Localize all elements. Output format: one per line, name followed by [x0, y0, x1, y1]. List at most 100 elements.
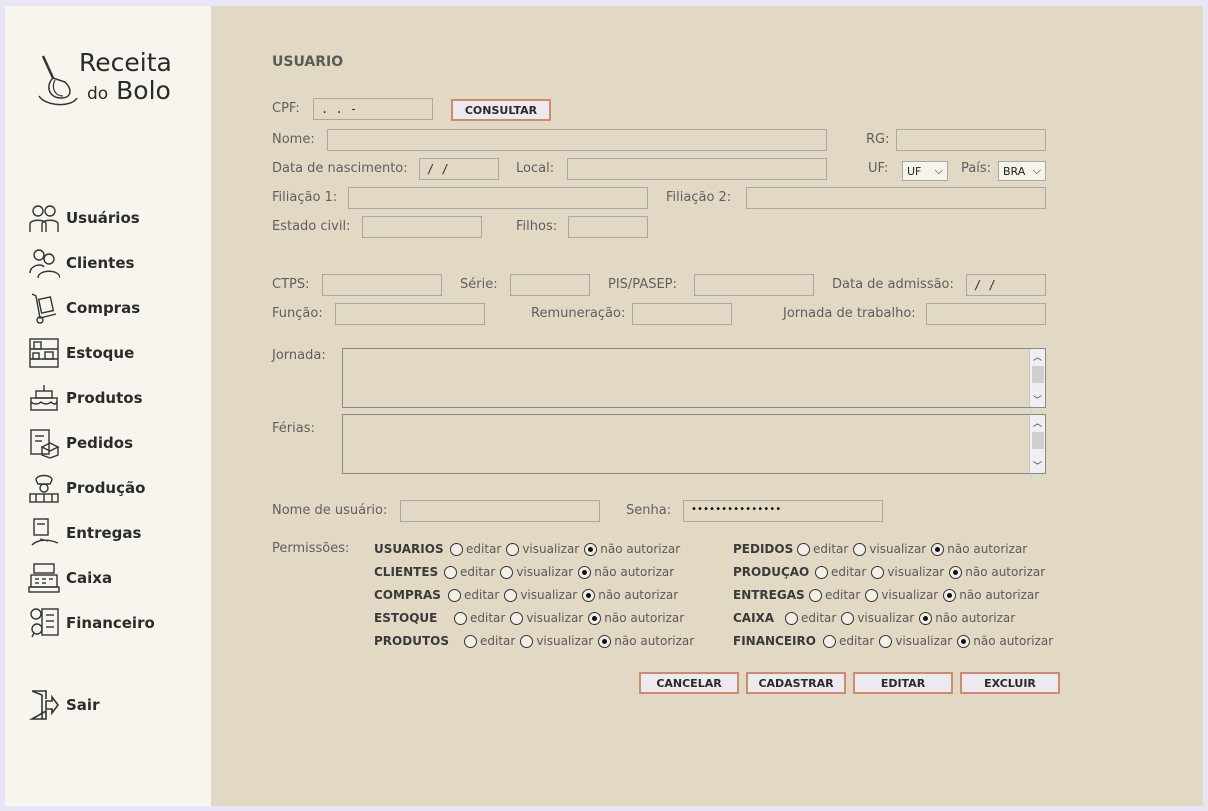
- nav-caixa[interactable]: Caixa: [27, 561, 202, 595]
- permission-option[interactable]: editar: [464, 634, 515, 648]
- permission-option[interactable]: não autorizar: [578, 565, 674, 579]
- nav-pedidos[interactable]: Pedidos: [27, 426, 202, 460]
- radio-button[interactable]: [957, 634, 971, 648]
- cpf-field[interactable]: . . -: [313, 98, 433, 120]
- radio-button[interactable]: [943, 588, 957, 602]
- chevron-down-icon[interactable]: ﹀: [1033, 393, 1042, 406]
- permission-option[interactable]: não autorizar: [919, 611, 1015, 625]
- nome-field[interactable]: [327, 129, 827, 151]
- radio-button[interactable]: [598, 634, 612, 648]
- permission-option[interactable]: não autorizar: [584, 542, 680, 556]
- senha-field[interactable]: •••••••••••••••: [683, 500, 883, 522]
- radio-button[interactable]: [785, 611, 798, 625]
- remuneracao-field[interactable]: [632, 303, 732, 325]
- radio-button[interactable]: [448, 588, 461, 602]
- chevron-up-icon[interactable]: ︿: [1033, 416, 1042, 429]
- radio-button[interactable]: [797, 542, 810, 556]
- permission-option[interactable]: editar: [454, 611, 505, 625]
- pis-field[interactable]: [694, 274, 814, 296]
- radio-button[interactable]: [450, 542, 463, 556]
- pais-select[interactable]: BRA ⌵: [998, 161, 1046, 181]
- radio-button[interactable]: [444, 565, 457, 579]
- radio-button[interactable]: [823, 634, 836, 648]
- permission-option[interactable]: visualizar: [879, 634, 952, 648]
- permission-option[interactable]: visualizar: [510, 611, 583, 625]
- estado-civil-field[interactable]: [362, 216, 482, 238]
- permission-option[interactable]: não autorizar: [598, 634, 694, 648]
- permission-option[interactable]: editar: [815, 565, 866, 579]
- filiacao1-field[interactable]: [348, 187, 648, 209]
- jornada-textarea[interactable]: ︿ ﹀: [342, 348, 1046, 408]
- nav-financeiro[interactable]: Financeiro: [27, 606, 202, 640]
- permission-option[interactable]: não autorizar: [949, 565, 1045, 579]
- cadastrar-button[interactable]: CADASTRAR: [746, 672, 846, 694]
- nav-entregas[interactable]: Entregas: [27, 516, 202, 550]
- permission-option[interactable]: visualizar: [504, 588, 577, 602]
- jornada-trabalho-field[interactable]: [926, 303, 1046, 325]
- radio-button[interactable]: [919, 611, 933, 625]
- nascimento-field[interactable]: / /: [419, 158, 499, 180]
- chevron-up-icon[interactable]: ︿: [1033, 350, 1042, 363]
- serie-field[interactable]: [510, 274, 590, 296]
- scrollbar[interactable]: ︿ ﹀: [1029, 349, 1045, 407]
- permission-option[interactable]: visualizar: [520, 634, 593, 648]
- radio-button[interactable]: [578, 565, 592, 579]
- radio-button[interactable]: [931, 542, 945, 556]
- scroll-thumb[interactable]: [1032, 432, 1044, 449]
- radio-button[interactable]: [588, 611, 602, 625]
- permission-option[interactable]: editar: [809, 588, 860, 602]
- permission-option[interactable]: editar: [450, 542, 501, 556]
- usuario-field[interactable]: [400, 500, 600, 522]
- nav-compras[interactable]: Compras: [27, 291, 202, 325]
- consultar-button[interactable]: CONSULTAR: [451, 99, 551, 121]
- permission-option[interactable]: visualizar: [500, 565, 573, 579]
- nav-clientes[interactable]: Clientes: [27, 246, 202, 280]
- scroll-thumb[interactable]: [1032, 366, 1044, 383]
- permission-option[interactable]: editar: [448, 588, 499, 602]
- radio-button[interactable]: [510, 611, 524, 625]
- filiacao2-field[interactable]: [746, 187, 1046, 209]
- permission-option[interactable]: não autorizar: [588, 611, 684, 625]
- filhos-field[interactable]: [568, 216, 648, 238]
- admissao-field[interactable]: / /: [966, 274, 1046, 296]
- permission-option[interactable]: não autorizar: [957, 634, 1053, 648]
- ctps-field[interactable]: [322, 274, 442, 296]
- permission-option[interactable]: editar: [785, 611, 836, 625]
- permission-option[interactable]: não autorizar: [943, 588, 1039, 602]
- radio-button[interactable]: [584, 542, 598, 556]
- permission-option[interactable]: visualizar: [841, 611, 914, 625]
- radio-button[interactable]: [506, 542, 520, 556]
- editar-button[interactable]: EDITAR: [853, 672, 953, 694]
- radio-button[interactable]: [879, 634, 893, 648]
- nav-producao[interactable]: Produção: [27, 471, 202, 505]
- nav-usuarios[interactable]: Usuários: [27, 201, 202, 235]
- permission-option[interactable]: editar: [444, 565, 495, 579]
- scrollbar[interactable]: ︿ ﹀: [1029, 415, 1045, 473]
- ferias-textarea[interactable]: ︿ ﹀: [342, 414, 1046, 474]
- excluir-button[interactable]: EXCLUIR: [960, 672, 1060, 694]
- radio-button[interactable]: [865, 588, 879, 602]
- funcao-field[interactable]: [335, 303, 485, 325]
- radio-button[interactable]: [504, 588, 518, 602]
- radio-button[interactable]: [464, 634, 477, 648]
- permission-option[interactable]: visualizar: [853, 542, 926, 556]
- permission-option[interactable]: não autorizar: [931, 542, 1027, 556]
- chevron-down-icon[interactable]: ﹀: [1033, 459, 1042, 472]
- permission-option[interactable]: visualizar: [871, 565, 944, 579]
- local-field[interactable]: [567, 158, 827, 180]
- radio-button[interactable]: [520, 634, 534, 648]
- rg-field[interactable]: [896, 129, 1046, 151]
- radio-button[interactable]: [582, 588, 596, 602]
- radio-button[interactable]: [853, 542, 867, 556]
- nav-produtos[interactable]: Produtos: [27, 381, 202, 415]
- radio-button[interactable]: [809, 588, 822, 602]
- radio-button[interactable]: [841, 611, 855, 625]
- radio-button[interactable]: [871, 565, 885, 579]
- cancelar-button[interactable]: CANCELAR: [639, 672, 739, 694]
- permission-option[interactable]: não autorizar: [582, 588, 678, 602]
- permission-option[interactable]: visualizar: [865, 588, 938, 602]
- permission-option[interactable]: visualizar: [506, 542, 579, 556]
- radio-button[interactable]: [949, 565, 963, 579]
- radio-button[interactable]: [454, 611, 467, 625]
- permission-option[interactable]: editar: [823, 634, 874, 648]
